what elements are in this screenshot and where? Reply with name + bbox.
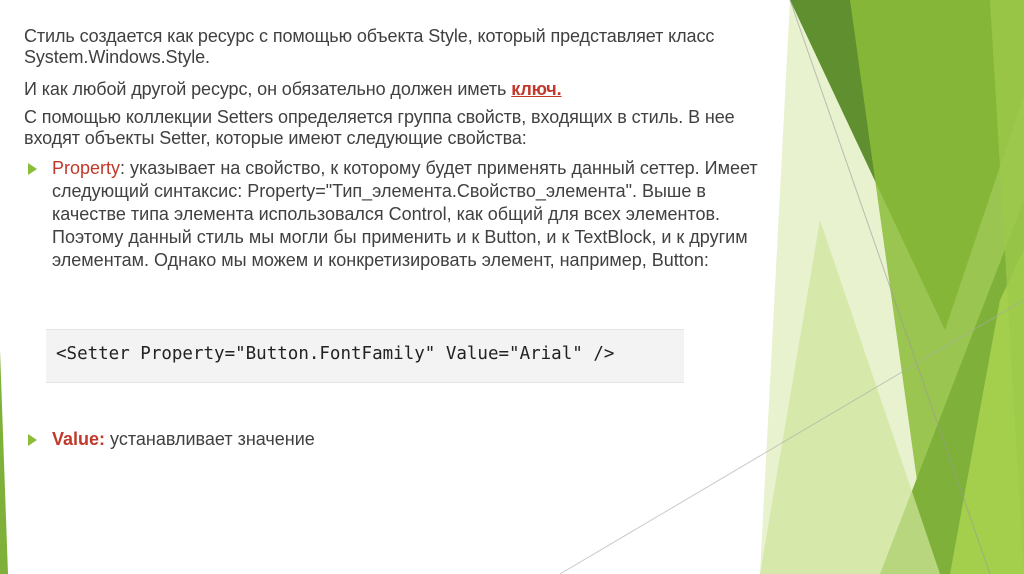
bullet-text-property: : указывает на свойство, к которому буде… <box>52 158 758 270</box>
paragraph-setters: С помощью коллекции Setters определяется… <box>24 107 735 148</box>
bullet-marker-icon <box>28 434 37 446</box>
slide-body: Стиль создается как ресурс с помощью объ… <box>24 26 784 272</box>
paragraph-key-text: И как любой другой ресурс, он обязательн… <box>24 79 512 99</box>
bullet-term-property: Property <box>52 158 121 178</box>
code-snippet-box: <Setter Property="Button.FontFamily" Val… <box>46 329 684 383</box>
code-snippet: <Setter Property="Button.FontFamily" Val… <box>56 344 615 364</box>
bullet-property: Property: указывает на свойство, к котор… <box>24 157 784 272</box>
bullet-marker-icon <box>28 163 37 175</box>
key-link[interactable]: ключ. <box>511 79 561 99</box>
paragraph-style-resource: Стиль создается как ресурс с помощью объ… <box>24 26 715 67</box>
left-green-sliver <box>0 350 8 574</box>
bullet-value: Value: устанавливает значение <box>24 428 752 451</box>
paragraph-key: И как любой другой ресурс, он обязательн… <box>24 79 784 100</box>
bullet-term-value: Value: <box>52 429 106 449</box>
bullet-text-value: устанавливает значение <box>105 429 315 449</box>
